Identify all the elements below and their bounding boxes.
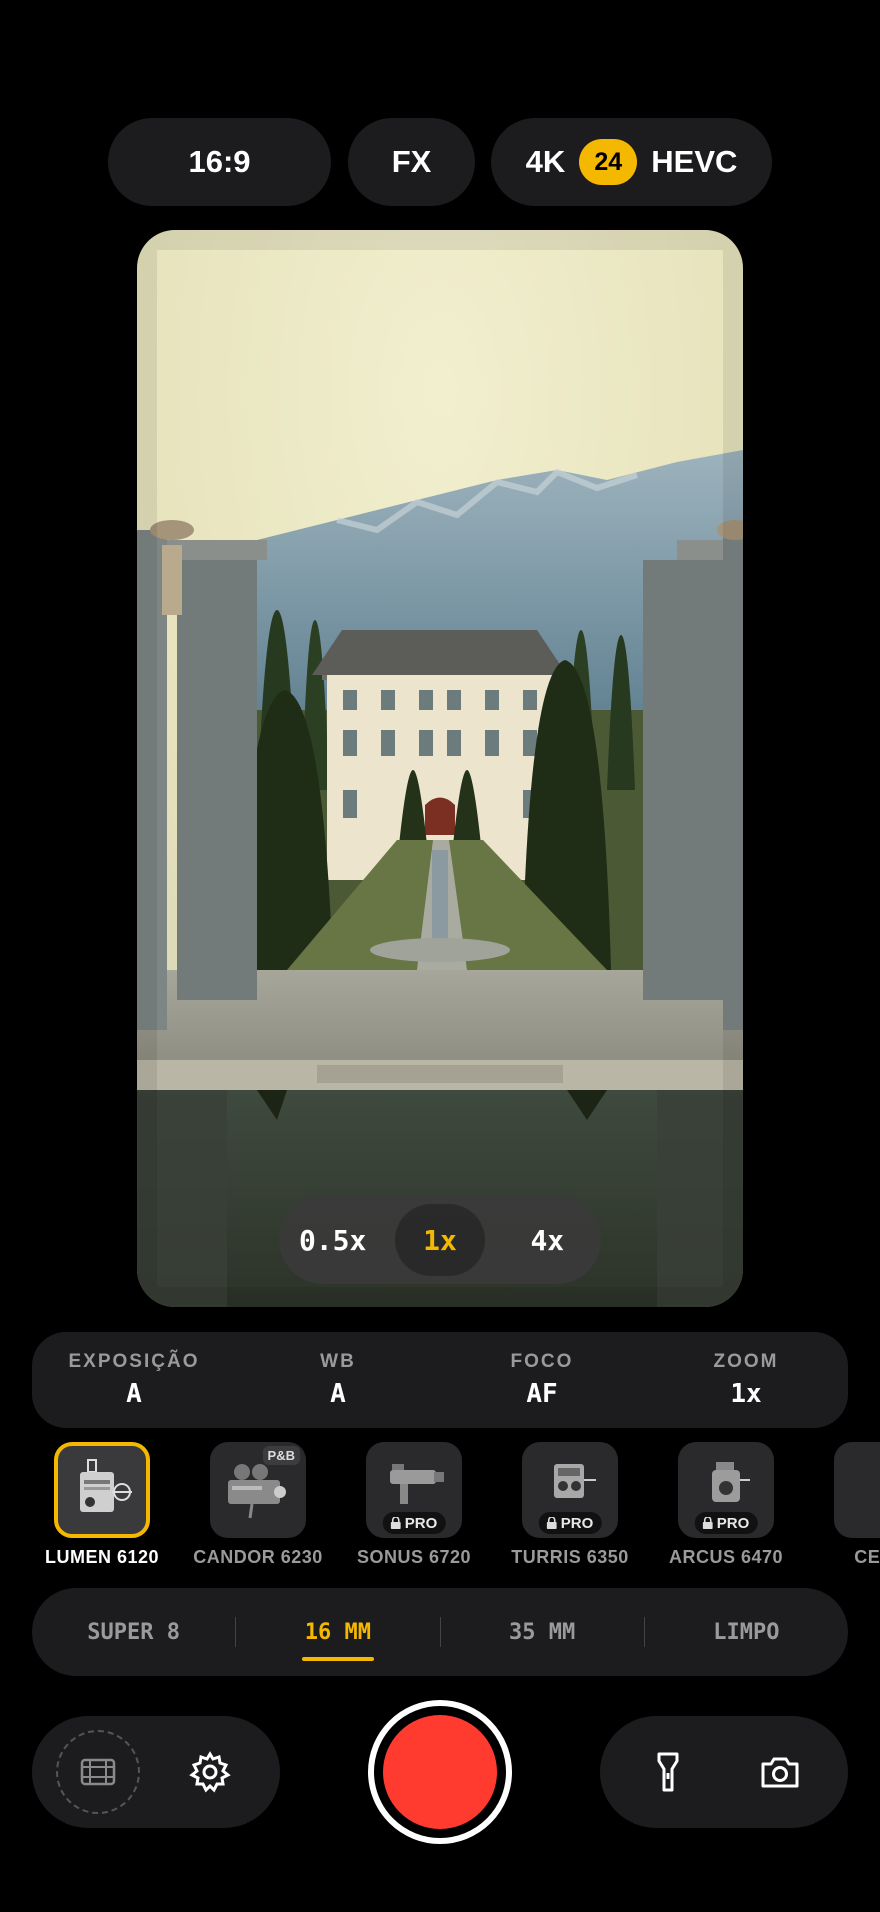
viewfinder-scene	[137, 230, 743, 1307]
codec-label: HEVC	[651, 144, 738, 179]
camera-icon	[761, 1757, 799, 1788]
camera-thumbnail: PRO	[366, 1442, 462, 1538]
white-balance-label: WB	[320, 1351, 356, 1372]
focus-value: AF	[526, 1379, 558, 1409]
exposure-value: A	[126, 1379, 142, 1409]
exposure-setting[interactable]: EXPOSIÇÃO A	[32, 1332, 236, 1428]
film-format-selector: SUPER 8 16 MM 35 MM LIMPO	[32, 1588, 848, 1676]
camera-partial[interactable]: CELEI	[804, 1442, 880, 1568]
format-super8[interactable]: SUPER 8	[32, 1620, 235, 1645]
pro-label: PRO	[716, 1514, 750, 1532]
camera-model-carousel[interactable]: LUMEN 6120 P&B CANDOR 6230 PRO SONUS 672…	[0, 1442, 880, 1572]
aspect-ratio-label: 16:9	[188, 144, 251, 179]
photo-button[interactable]	[738, 1730, 822, 1814]
camera-viewfinder[interactable]	[137, 230, 743, 1307]
pro-badge: PRO	[538, 1512, 602, 1534]
resolution-label: 4K	[525, 144, 566, 179]
camera-lumen-6120[interactable]: LUMEN 6120	[24, 1442, 180, 1568]
exposure-label: EXPOSIÇÃO	[68, 1351, 200, 1372]
settings-button[interactable]	[168, 1730, 252, 1814]
camera-settings-bar: EXPOSIÇÃO A WB A FOCO AF ZOOM 1x	[32, 1332, 848, 1428]
pro-label: PRO	[560, 1514, 594, 1532]
fx-label: FX	[391, 144, 432, 179]
format-35mm[interactable]: 35 MM	[441, 1620, 644, 1645]
film-frame-icon	[80, 1758, 116, 1786]
camera-name: LUMEN 6120	[44, 1547, 160, 1567]
gear-icon	[189, 1751, 231, 1793]
bw-badge: P&B	[262, 1446, 300, 1465]
zoom-value: 1x	[730, 1379, 762, 1409]
zoom-label: ZOOM	[713, 1351, 779, 1372]
format-button[interactable]: 4K 24 HEVC	[491, 118, 772, 206]
focus-label: FOCO	[510, 1351, 574, 1372]
zoom-1x-button[interactable]: 1x	[394, 1204, 485, 1276]
camera-arcus-6470[interactable]: PRO ARCUS 6470	[648, 1442, 804, 1568]
format-16mm[interactable]: 16 MM	[236, 1620, 439, 1645]
record-button-ring[interactable]	[368, 1700, 512, 1844]
camera-thumbnail	[54, 1442, 150, 1538]
camera-candor-6230[interactable]: P&B CANDOR 6230	[180, 1442, 336, 1568]
camera-thumbnail	[834, 1442, 880, 1538]
film-projector-icon	[228, 1464, 286, 1519]
pro-badge: PRO	[382, 1512, 446, 1534]
lock-icon	[390, 1517, 401, 1529]
focus-setting[interactable]: FOCO AF	[440, 1332, 644, 1428]
zoom-preset-selector: 0.5x 1x 4x	[279, 1196, 601, 1284]
fx-button[interactable]: FX	[348, 118, 475, 206]
camera-name: TURRIS 6350	[511, 1547, 629, 1567]
camera-thumbnail: PRO	[522, 1442, 618, 1538]
zoom-0.5x-button[interactable]: 0.5x	[288, 1204, 378, 1276]
camera-sonus-6720[interactable]: PRO SONUS 6720	[336, 1442, 492, 1568]
camera-name: SONUS 6720	[356, 1547, 472, 1567]
record-button[interactable]	[383, 1715, 497, 1829]
lock-icon	[702, 1517, 713, 1529]
camera-name: CANDOR 6230	[193, 1547, 323, 1567]
camera-thumbnail: P&B	[210, 1442, 306, 1538]
lock-icon	[546, 1517, 557, 1529]
flashlight-button[interactable]	[626, 1730, 710, 1814]
gallery-button[interactable]	[56, 1730, 140, 1814]
flashlight-icon	[657, 1752, 679, 1792]
right-controls	[600, 1716, 848, 1828]
camera-turris-6350[interactable]: PRO TURRIS 6350	[492, 1442, 648, 1568]
fps-badge: 24	[579, 139, 638, 185]
zoom-setting[interactable]: ZOOM 1x	[644, 1332, 848, 1428]
zoom-4x-button[interactable]: 4x	[502, 1204, 592, 1276]
aspect-ratio-button[interactable]: 16:9	[108, 118, 331, 206]
camera-name: CELEI	[854, 1547, 880, 1567]
pro-label: PRO	[404, 1514, 438, 1532]
camera-thumbnail: PRO	[678, 1442, 774, 1538]
white-balance-setting[interactable]: WB A	[236, 1332, 440, 1428]
format-clean[interactable]: LIMPO	[645, 1620, 848, 1645]
white-balance-value: A	[330, 1379, 346, 1409]
camera-name: ARCUS 6470	[668, 1547, 784, 1567]
left-controls	[32, 1716, 280, 1828]
film-camera-icon	[80, 1459, 132, 1512]
pro-badge: PRO	[694, 1512, 758, 1534]
